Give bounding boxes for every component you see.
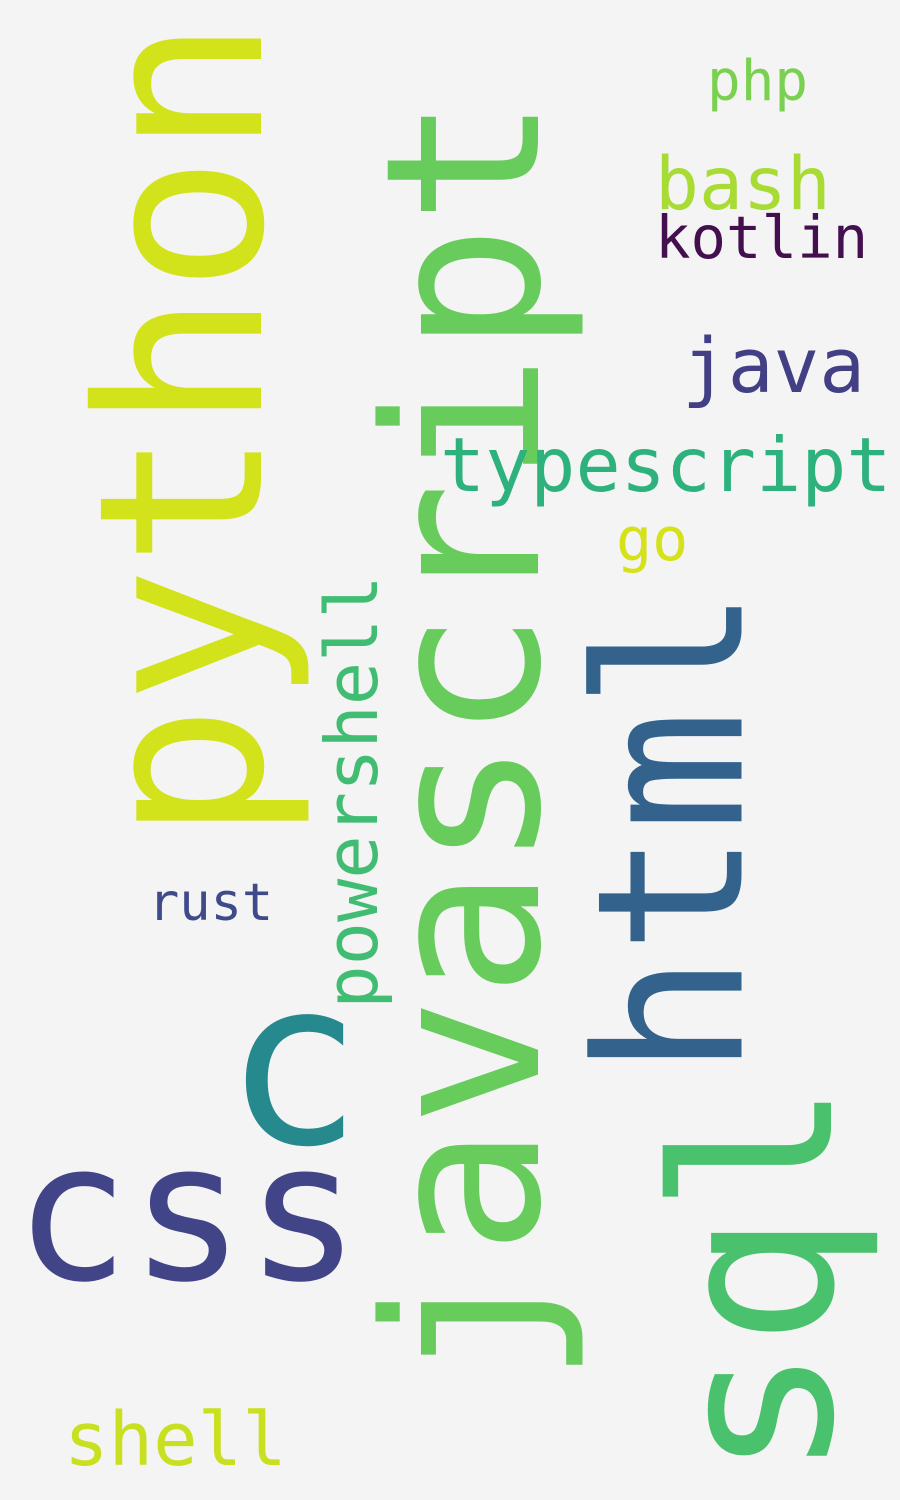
word-shell: shell bbox=[64, 1397, 287, 1483]
word-rust: rust bbox=[148, 873, 274, 933]
word-html: html bbox=[553, 587, 790, 1077]
word-java: java bbox=[682, 321, 866, 410]
word-go: go bbox=[616, 505, 689, 575]
word-typescript: typescript bbox=[440, 421, 892, 509]
word-c: c bbox=[224, 931, 363, 1198]
word-cloud-canvas: { "words": [ {"text": "javascript", "col… bbox=[0, 0, 900, 1500]
word-python: python bbox=[49, 18, 315, 842]
word-sql: sql bbox=[627, 1081, 883, 1479]
word-php: php bbox=[707, 49, 809, 114]
word-kotlin: kotlin bbox=[655, 203, 869, 272]
